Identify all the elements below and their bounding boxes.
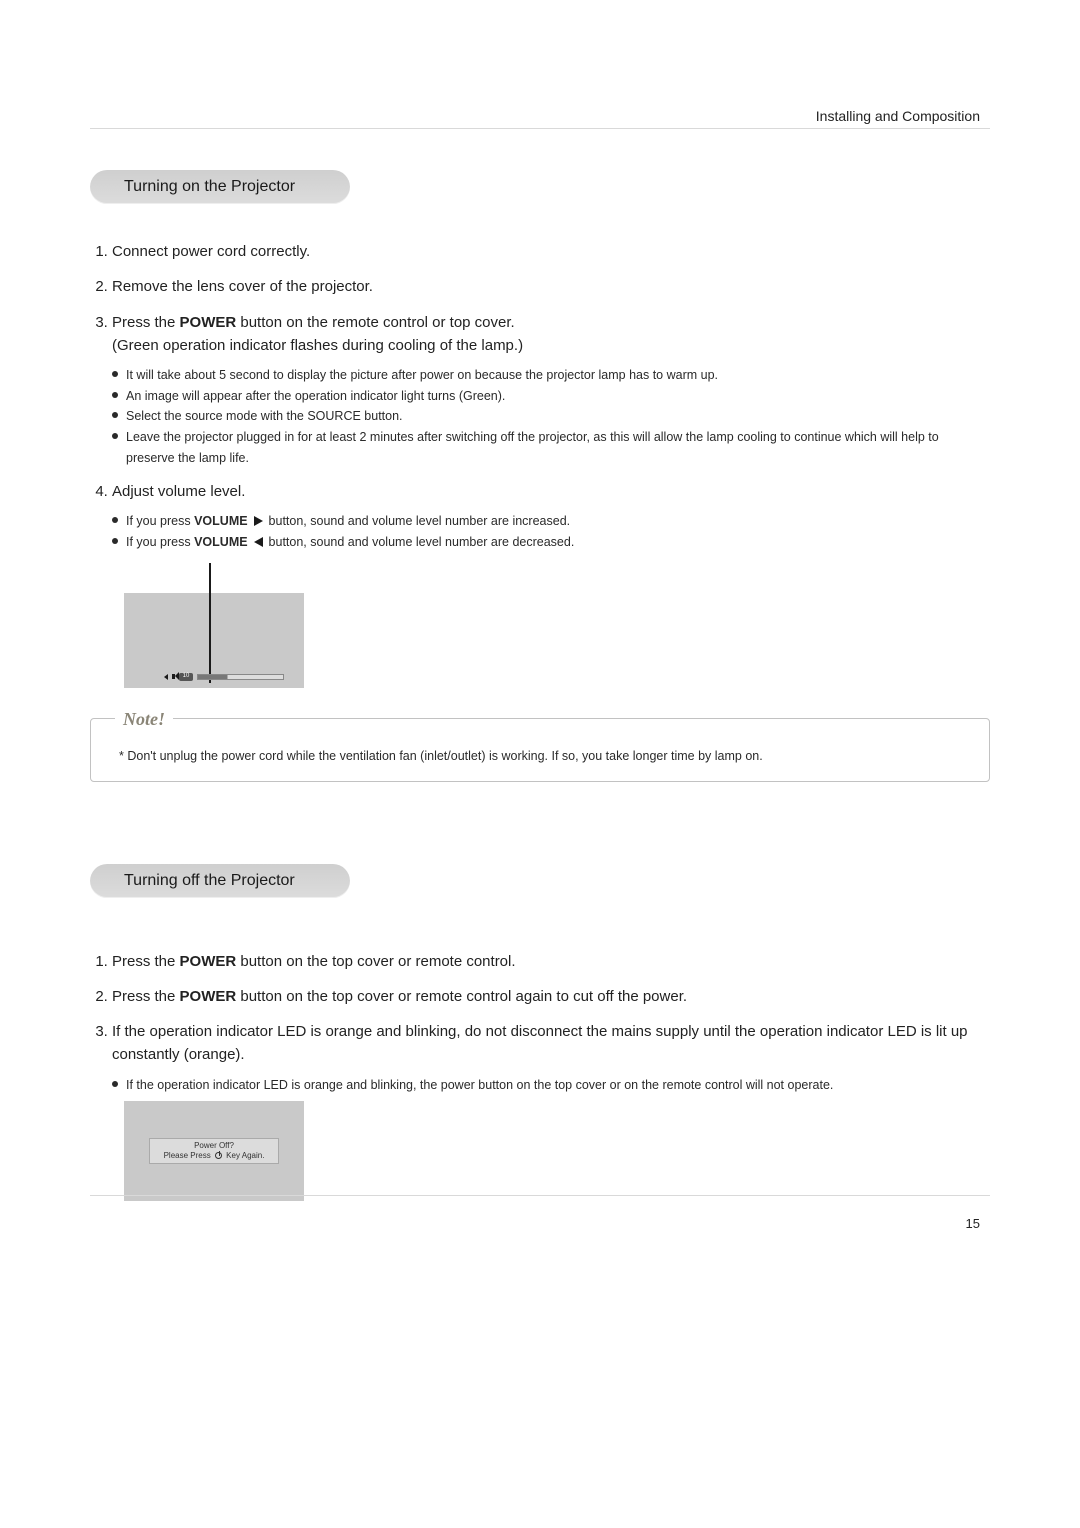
volume-osd-diagram: 10	[124, 563, 304, 698]
bottom-rule	[90, 1195, 990, 1196]
step-1-text: Connect power cord correctly.	[112, 243, 310, 260]
volume-track	[197, 674, 284, 680]
off-step-3-bullet-1: If the operation indicator LED is orange…	[112, 1075, 990, 1096]
step-3-bullet-2: An image will appear after the operation…	[112, 386, 990, 407]
section-heading-pill: Turning on the Projector	[90, 170, 350, 204]
note-text: * Don't unplug the power cord while the …	[119, 749, 969, 763]
volume-value-box: 10	[179, 673, 193, 681]
callout-line	[209, 563, 211, 683]
step-4-bullets: If you press VOLUME button, sound and vo…	[112, 511, 990, 552]
page-content: Turning on the Projector Connect power c…	[90, 170, 990, 1201]
step-3-bullet-1: It will take about 5 second to display t…	[112, 365, 990, 386]
off-step-1: Press the POWER button on the top cover …	[112, 950, 990, 973]
speaker-cone-icon	[172, 674, 175, 679]
step-2-text: Remove the lens cover of the projector.	[112, 278, 373, 295]
volume-bar: 10	[164, 672, 284, 682]
off-step-1-bold: POWER	[180, 953, 237, 970]
off-step-2-suffix: button on the top cover or remote contro…	[236, 988, 687, 1005]
poweroff-line1: Power Off?	[194, 1141, 234, 1151]
vol-inc-bold: VOLUME	[194, 514, 247, 528]
off-step-3-bullets: If the operation indicator LED is orange…	[112, 1075, 990, 1096]
poweroff-line2-pre: Please Press	[164, 1151, 213, 1160]
note-label: Note!	[115, 709, 173, 730]
triangle-left-icon	[254, 537, 263, 547]
step-4: Adjust volume level. If you press VOLUME…	[112, 480, 990, 698]
vol-dec-pre: If you press	[126, 535, 194, 549]
note-box: Note! * Don't unplug the power cord whil…	[90, 718, 990, 782]
step-2: Remove the lens cover of the projector.	[112, 275, 990, 298]
turn-off-steps: Press the POWER button on the top cover …	[112, 950, 990, 1202]
vol-inc-post: button, sound and volume level number ar…	[269, 514, 571, 528]
page-header-right: Installing and Composition	[816, 108, 980, 124]
step-1: Connect power cord correctly.	[112, 240, 990, 263]
top-rule	[90, 128, 990, 129]
step-3-bold: POWER	[180, 314, 237, 331]
off-step-1-suffix: button on the top cover or remote contro…	[236, 953, 515, 970]
triangle-right-icon	[254, 516, 263, 526]
step-3-prefix: Press the	[112, 314, 180, 331]
step-3: Press the POWER button on the remote con…	[112, 311, 990, 469]
power-icon	[215, 1152, 222, 1159]
vol-dec-post: button, sound and volume level number ar…	[269, 535, 575, 549]
turn-on-steps: Connect power cord correctly. Remove the…	[112, 240, 990, 698]
section-heading-text-2: Turning off the Projector	[124, 872, 295, 890]
step-3-bullet-4: Leave the projector plugged in for at le…	[112, 427, 990, 468]
speaker-icon	[164, 674, 168, 680]
section-heading-text: Turning on the Projector	[124, 178, 295, 196]
step-3-suffix: button on the remote control or top cove…	[236, 314, 515, 331]
section-turning-off: Turning off the Projector Press the POWE…	[90, 864, 990, 1202]
vol-inc-pre: If you press	[126, 514, 194, 528]
poweroff-line2-post: Key Again.	[224, 1151, 264, 1160]
section-heading-pill-2: Turning off the Projector	[90, 864, 350, 898]
step-4-bullet-inc: If you press VOLUME button, sound and vo…	[112, 511, 990, 532]
vol-dec-bold: VOLUME	[194, 535, 247, 549]
off-step-2-bold: POWER	[180, 988, 237, 1005]
poweroff-osd-diagram: Power Off? Please Press Key Again.	[124, 1101, 304, 1201]
poweroff-dialog: Power Off? Please Press Key Again.	[149, 1138, 279, 1164]
poweroff-line2: Please Press Key Again.	[164, 1151, 265, 1161]
step-3-bullets: It will take about 5 second to display t…	[112, 365, 990, 468]
off-step-3-text: If the operation indicator LED is orange…	[112, 1023, 968, 1063]
off-step-3: If the operation indicator LED is orange…	[112, 1020, 990, 1201]
off-step-2: Press the POWER button on the top cover …	[112, 985, 990, 1008]
off-step-1-prefix: Press the	[112, 953, 180, 970]
step-3-bullet-3: Select the source mode with the SOURCE b…	[112, 406, 990, 427]
step-4-text: Adjust volume level.	[112, 483, 245, 500]
page-number: 15	[966, 1216, 980, 1231]
section-turning-on: Turning on the Projector Connect power c…	[90, 170, 990, 782]
step-4-bullet-dec: If you press VOLUME button, sound and vo…	[112, 532, 990, 553]
step-3-after: (Green operation indicator flashes durin…	[112, 334, 990, 357]
off-step-2-prefix: Press the	[112, 988, 180, 1005]
